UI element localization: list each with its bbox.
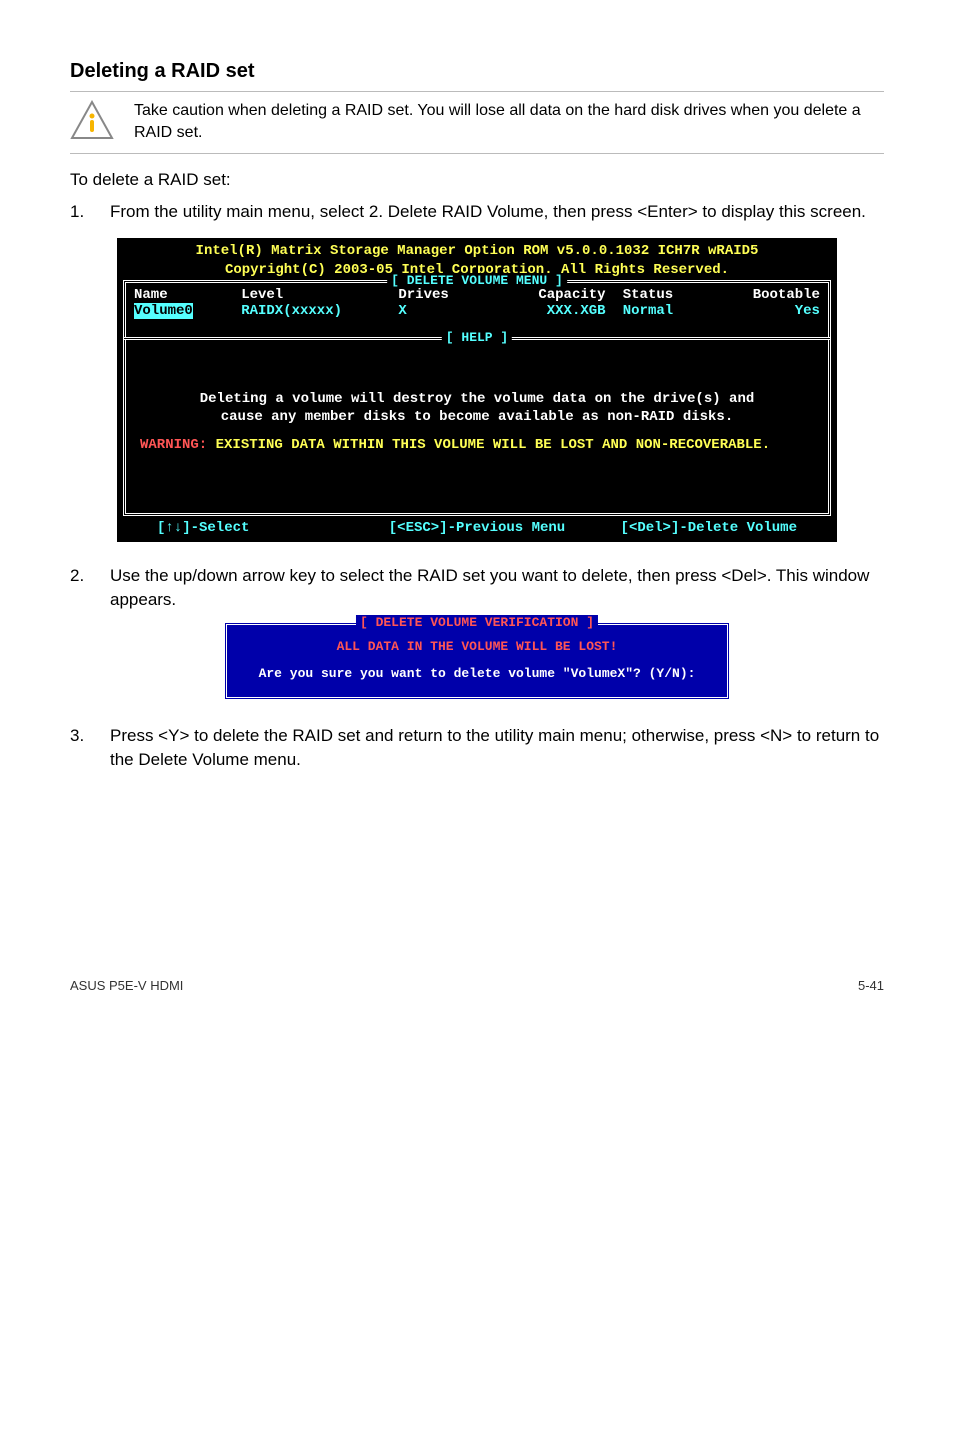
step-number: 1.	[70, 200, 110, 224]
step-3: 3. Press <Y> to delete the RAID set and …	[70, 724, 884, 772]
help-line1: Deleting a volume will destroy the volum…	[134, 390, 820, 409]
footer-right: 5-41	[858, 978, 884, 993]
dialog-title: [ DELETE VOLUME VERIFICATION ]	[356, 615, 598, 630]
bios-header-line1: Intel(R) Matrix Storage Manager Option R…	[123, 242, 831, 261]
intro-text: To delete a RAID set:	[70, 170, 884, 190]
dialog-question: Are you sure you want to delete volume "…	[237, 666, 717, 681]
table-row: Volume0 RAIDX(xxxxx) X XXX.XGB Normal Ye…	[134, 303, 820, 319]
section-heading: Deleting a RAID set	[70, 60, 884, 83]
dialog-warning: ALL DATA IN THE VOLUME WILL BE LOST!	[237, 639, 717, 654]
delete-verification-dialog: [ DELETE VOLUME VERIFICATION ] ALL DATA …	[224, 622, 730, 700]
frame-title-delete: [ DELETE VOLUME MENU ]	[387, 273, 567, 288]
hint-delete: [<Del>]-Delete Volume	[584, 520, 797, 536]
hint-previous: [<ESC>]-Previous Menu	[370, 520, 583, 536]
cell-name: Volume0	[134, 303, 193, 319]
frame-title-help: [ HELP ]	[442, 330, 512, 345]
step-text: Use the up/down arrow key to select the …	[110, 564, 884, 612]
help-line2: cause any member disks to become availab…	[134, 408, 820, 427]
warning-label: WARNING:	[140, 437, 207, 453]
hint-select: [↑↓]-Select	[157, 520, 370, 536]
step-2: 2. Use the up/down arrow key to select t…	[70, 564, 884, 612]
page-footer: ASUS P5E-V HDMI 5-41	[70, 972, 884, 993]
footer-left: ASUS P5E-V HDMI	[70, 978, 183, 993]
col-level: Level	[241, 287, 381, 303]
cell-drives: X	[398, 303, 478, 319]
col-capacity: Capacity	[496, 287, 606, 303]
caution-text: Take caution when deleting a RAID set. Y…	[134, 100, 884, 143]
step-text: From the utility main menu, select 2. De…	[110, 200, 884, 224]
table-header: Name Level Drives Capacity Status Bootab…	[134, 287, 820, 303]
step-number: 3.	[70, 724, 110, 772]
step-1: 1. From the utility main menu, select 2.…	[70, 200, 884, 224]
col-name: Name	[134, 287, 224, 303]
step-text: Press <Y> to delete the RAID set and ret…	[110, 724, 884, 772]
col-bootable: Bootable	[730, 287, 820, 303]
bios-screenshot: Intel(R) Matrix Storage Manager Option R…	[117, 238, 837, 543]
cell-status: Normal	[623, 303, 713, 319]
col-status: Status	[623, 287, 713, 303]
bios-bottom-bar: [↑↓]-Select [<ESC>]-Previous Menu [<Del>…	[117, 516, 837, 542]
cell-bootable: Yes	[730, 303, 820, 319]
col-drives: Drives	[398, 287, 478, 303]
cell-capacity: XXX.XGB	[496, 303, 606, 319]
caution-box: Take caution when deleting a RAID set. Y…	[70, 91, 884, 154]
caution-icon	[70, 100, 114, 145]
warning-text: EXISTING DATA WITHIN THIS VOLUME WILL BE…	[207, 437, 770, 453]
warning-line: WARNING: EXISTING DATA WITHIN THIS VOLUM…	[140, 437, 814, 453]
help-frame: [ HELP ] Deleting a volume will destroy …	[123, 337, 831, 517]
step-number: 2.	[70, 564, 110, 612]
cell-level: RAIDX(xxxxx)	[241, 303, 381, 319]
